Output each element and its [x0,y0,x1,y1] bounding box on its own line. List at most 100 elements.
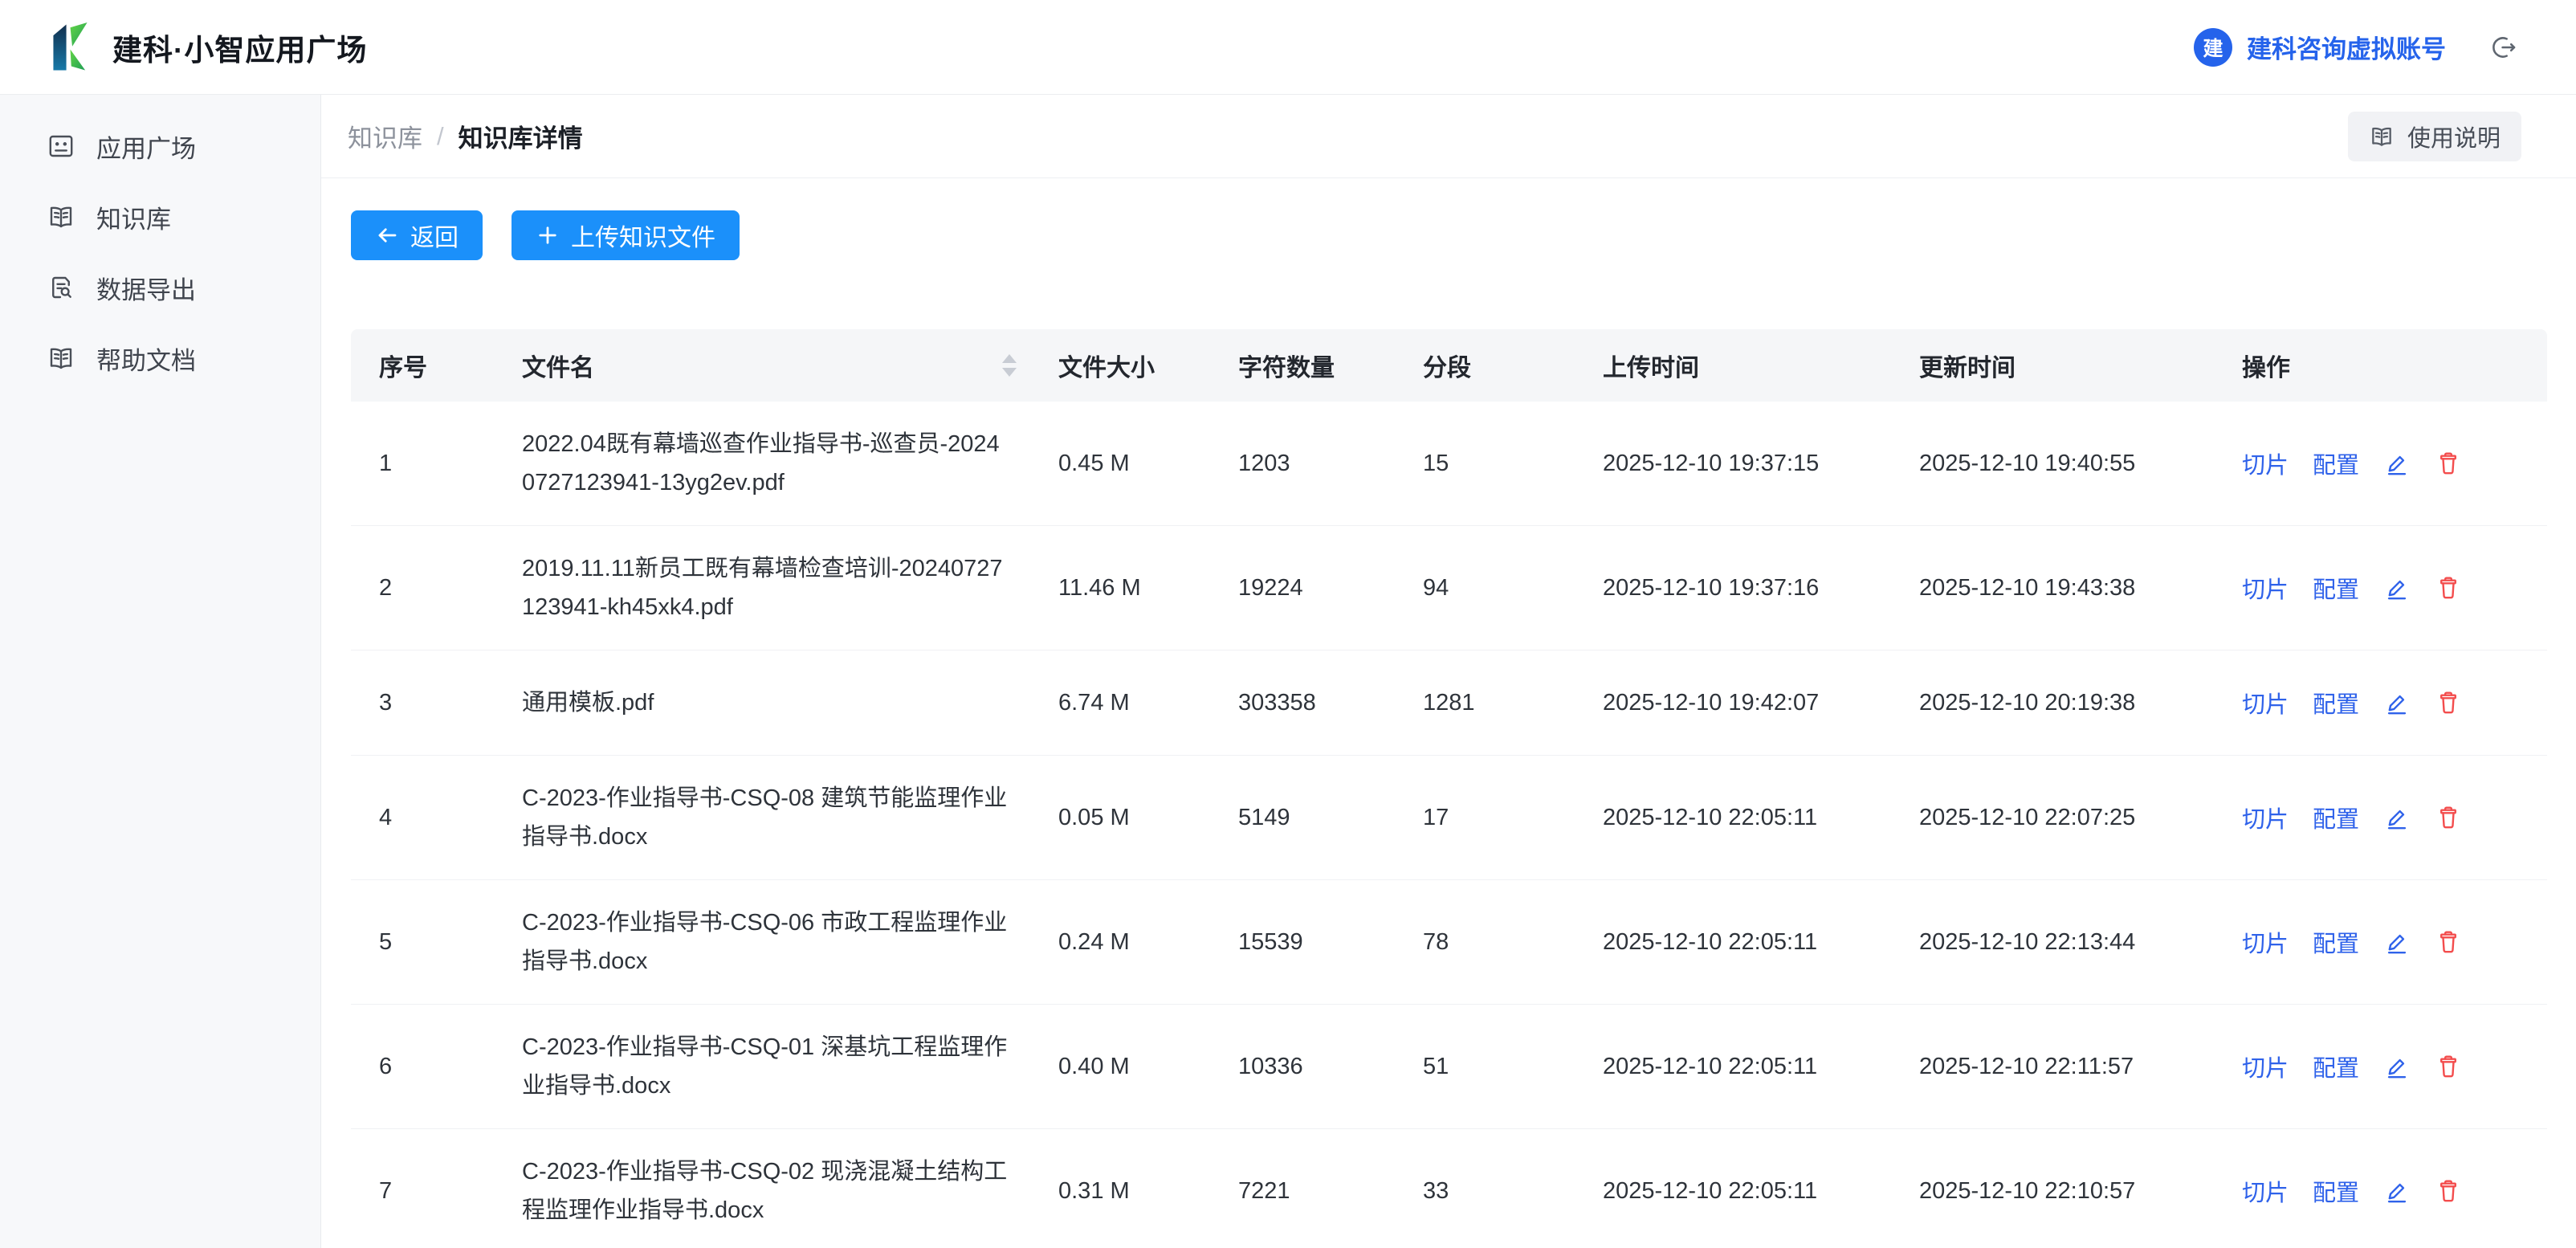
trash-icon[interactable] [2435,574,2462,602]
sort-ascending-icon[interactable] [1002,354,1017,363]
upload-time: 2025-12-10 22:05:11 [1603,1178,1919,1205]
config-link[interactable]: 配置 [2313,686,2359,720]
row-index: 7 [379,1178,522,1205]
file-name: C-2023-作业指导书-CSQ-01 深基坑工程监理作业指导书.docx [522,1005,1058,1128]
edit-pencil-icon[interactable] [2383,450,2411,477]
breadcrumb-current: 知识库详情 [459,118,583,154]
breadcrumb: 知识库 / 知识库详情 [348,118,583,154]
config-link[interactable]: 配置 [2313,1174,2359,1208]
main-area: 知识库 / 知识库详情 使用说明 [321,95,2576,1248]
config-link[interactable]: 配置 [2313,801,2359,834]
char-count: 19224 [1238,575,1423,602]
edit-pencil-icon[interactable] [2383,804,2411,831]
segment-count: 15 [1423,451,1603,477]
segment-count: 78 [1423,929,1603,956]
segment-count: 1281 [1423,690,1603,716]
back-button[interactable]: 返回 [351,210,483,260]
usage-guide-button[interactable]: 使用说明 [2348,112,2521,161]
trash-icon[interactable] [2435,1053,2462,1080]
edit-pencil-icon[interactable] [2383,928,2411,956]
config-link[interactable]: 配置 [2313,447,2359,480]
row-operations: 切片 配置 [2242,1050,2547,1083]
account-area[interactable]: 建 建科咨询虚拟账号 [2194,28,2520,67]
app-title: 建科·小智应用广场 [112,26,367,69]
row-operations: 切片 配置 [2242,925,2547,959]
table-row: 6 C-2023-作业指导书-CSQ-01 深基坑工程监理作业指导书.docx … [351,1005,2547,1129]
row-operations: 切片 配置 [2242,686,2547,720]
row-index: 4 [379,805,522,831]
row-operations: 切片 配置 [2242,801,2547,834]
trash-icon[interactable] [2435,928,2462,956]
sidebar-item-app-plaza[interactable]: 应用广场 [0,111,320,181]
book-icon [2369,124,2395,149]
sidebar-item-label: 数据导出 [96,270,196,306]
table-row: 4 C-2023-作业指导书-CSQ-08 建筑节能监理作业指导书.docx 0… [351,756,2547,880]
row-index: 3 [379,690,522,716]
book-icon [47,344,75,373]
logout-icon[interactable] [2488,31,2520,63]
file-size: 0.05 M [1058,805,1238,831]
update-time: 2025-12-10 20:19:38 [1919,690,2242,716]
sidebar-item-label: 帮助文档 [96,341,196,377]
slice-link[interactable]: 切片 [2242,925,2289,959]
edit-pencil-icon[interactable] [2383,1177,2411,1205]
table-row: 3 通用模板.pdf 6.74 M 303358 1281 2025-12-10… [351,651,2547,756]
col-header-uploadtime: 上传时间 [1603,348,1919,383]
trash-icon[interactable] [2435,689,2462,716]
file-name: 通用模板.pdf [522,660,1058,745]
upload-time: 2025-12-10 22:05:11 [1603,1054,1919,1080]
upload-time: 2025-12-10 22:05:11 [1603,805,1919,831]
table-row: 2 2019.11.11新员工既有幕墙检查培训-20240727123941-k… [351,526,2547,651]
trash-icon[interactable] [2435,804,2462,831]
char-count: 10336 [1238,1054,1423,1080]
row-index: 1 [379,451,522,477]
usage-guide-label: 使用说明 [2407,120,2501,153]
char-count: 303358 [1238,690,1423,716]
slice-link[interactable]: 切片 [2242,686,2289,720]
config-link[interactable]: 配置 [2313,925,2359,959]
slice-link[interactable]: 切片 [2242,1050,2289,1083]
breadcrumb-bar: 知识库 / 知识库详情 使用说明 [321,95,2576,178]
config-link[interactable]: 配置 [2313,1050,2359,1083]
file-size: 6.74 M [1058,690,1238,716]
char-count: 5149 [1238,805,1423,831]
trash-icon[interactable] [2435,450,2462,477]
trash-icon[interactable] [2435,1177,2462,1205]
app-window-icon [47,132,75,161]
breadcrumb-separator: / [437,122,444,151]
upload-button-label: 上传知识文件 [571,218,715,253]
sidebar-item-data-export[interactable]: 数据导出 [0,252,320,323]
table-row: 1 2022.04既有幕墙巡查作业指导书-巡查员-20240727123941-… [351,402,2547,526]
row-index: 5 [379,929,522,956]
char-count: 15539 [1238,929,1423,956]
slice-link[interactable]: 切片 [2242,571,2289,605]
sort-descending-icon[interactable] [1002,368,1017,377]
config-link[interactable]: 配置 [2313,571,2359,605]
file-name: C-2023-作业指导书-CSQ-08 建筑节能监理作业指导书.docx [522,756,1058,879]
slice-link[interactable]: 切片 [2242,1174,2289,1208]
row-operations: 切片 配置 [2242,447,2547,480]
top-header: 建科·小智应用广场 建 建科咨询虚拟账号 [0,0,2576,95]
sort-carets-icon[interactable] [1002,354,1017,377]
col-header-segments: 分段 [1423,348,1603,383]
upload-time: 2025-12-10 19:42:07 [1603,690,1919,716]
segment-count: 94 [1423,575,1603,602]
col-header-operations: 操作 [2242,348,2547,383]
file-size: 0.45 M [1058,451,1238,477]
update-time: 2025-12-10 19:40:55 [1919,451,2242,477]
sidebar-item-knowledge-base[interactable]: 知识库 [0,181,320,252]
file-size: 0.40 M [1058,1054,1238,1080]
upload-knowledge-file-button[interactable]: 上传知识文件 [512,210,740,260]
update-time: 2025-12-10 22:11:57 [1919,1054,2242,1080]
slice-link[interactable]: 切片 [2242,801,2289,834]
row-index: 2 [379,575,522,602]
col-header-charcount: 字符数量 [1238,348,1423,383]
slice-link[interactable]: 切片 [2242,447,2289,480]
breadcrumb-parent[interactable]: 知识库 [348,118,422,154]
edit-pencil-icon[interactable] [2383,689,2411,716]
sidebar-item-help-docs[interactable]: 帮助文档 [0,323,320,394]
edit-pencil-icon[interactable] [2383,1053,2411,1080]
plus-icon [536,223,560,247]
app-logo-icon [50,22,95,72]
edit-pencil-icon[interactable] [2383,574,2411,602]
